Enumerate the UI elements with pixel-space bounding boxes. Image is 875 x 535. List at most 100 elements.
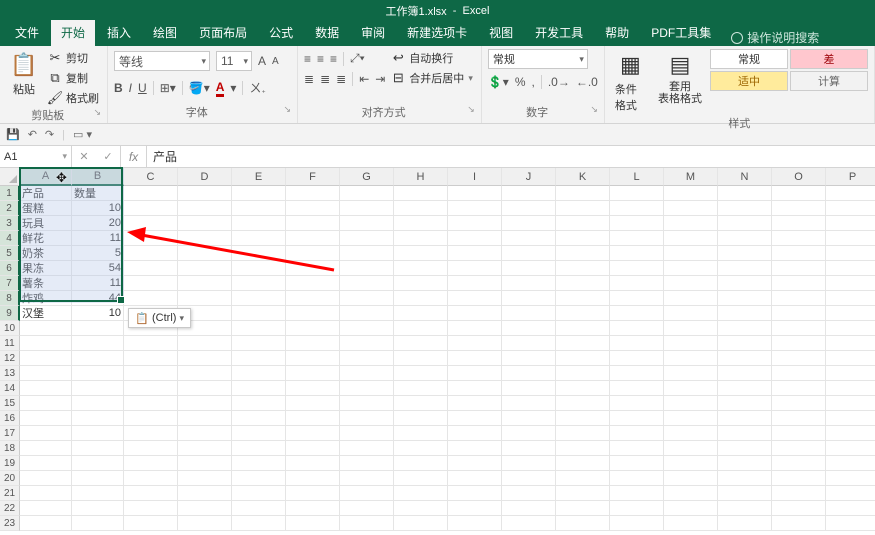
cell[interactable]	[72, 321, 124, 336]
column-header-F[interactable]: F	[286, 168, 340, 186]
cell[interactable]	[394, 291, 448, 306]
cell[interactable]	[286, 351, 340, 366]
cell[interactable]	[178, 246, 232, 261]
cell[interactable]	[556, 501, 610, 516]
cell[interactable]	[178, 231, 232, 246]
cell[interactable]	[664, 381, 718, 396]
cell[interactable]	[20, 366, 72, 381]
cell[interactable]	[286, 486, 340, 501]
cell[interactable]	[286, 231, 340, 246]
cell[interactable]	[502, 516, 556, 531]
column-header-E[interactable]: E	[232, 168, 286, 186]
cell[interactable]	[340, 321, 394, 336]
cell[interactable]	[178, 336, 232, 351]
cell[interactable]	[72, 366, 124, 381]
cell[interactable]	[664, 351, 718, 366]
cell[interactable]	[232, 426, 286, 441]
cell[interactable]	[124, 351, 178, 366]
cell[interactable]	[448, 351, 502, 366]
cell[interactable]	[340, 276, 394, 291]
cell[interactable]	[394, 231, 448, 246]
row-header-10[interactable]: 10	[0, 321, 20, 336]
cell[interactable]	[232, 351, 286, 366]
cell[interactable]	[124, 261, 178, 276]
paste-button[interactable]: 📋 粘贴	[6, 49, 42, 99]
increase-font-size[interactable]: A	[258, 54, 266, 68]
cell[interactable]	[20, 471, 72, 486]
percent-format[interactable]: %	[515, 75, 526, 89]
cell[interactable]	[394, 321, 448, 336]
cell[interactable]	[664, 276, 718, 291]
tell-me-search[interactable]: 操作说明搜索	[723, 29, 827, 46]
cell[interactable]	[718, 336, 772, 351]
cell[interactable]	[826, 501, 875, 516]
cell[interactable]	[718, 486, 772, 501]
cell[interactable]	[286, 216, 340, 231]
cell[interactable]	[178, 426, 232, 441]
cell[interactable]	[556, 426, 610, 441]
cell[interactable]	[20, 336, 72, 351]
cell[interactable]	[124, 216, 178, 231]
row-header-9[interactable]: 9	[0, 306, 20, 321]
font-size-select[interactable]: 11	[216, 51, 252, 71]
cell[interactable]: 玩具	[20, 216, 72, 231]
cell[interactable]	[502, 426, 556, 441]
cell[interactable]	[340, 501, 394, 516]
cell[interactable]	[502, 366, 556, 381]
cell[interactable]	[232, 276, 286, 291]
cell[interactable]	[72, 336, 124, 351]
column-header-J[interactable]: J	[502, 168, 556, 186]
cell[interactable]	[664, 441, 718, 456]
cell[interactable]	[772, 516, 826, 531]
cell[interactable]	[610, 516, 664, 531]
cell[interactable]	[826, 216, 875, 231]
row-header-21[interactable]: 21	[0, 486, 20, 501]
cell[interactable]	[232, 186, 286, 201]
cell[interactable]	[556, 261, 610, 276]
column-header-N[interactable]: N	[718, 168, 772, 186]
cell[interactable]	[826, 381, 875, 396]
row-header-16[interactable]: 16	[0, 411, 20, 426]
row-header-7[interactable]: 7	[0, 276, 20, 291]
cell[interactable]	[448, 396, 502, 411]
cell[interactable]	[448, 426, 502, 441]
row-header-12[interactable]: 12	[0, 351, 20, 366]
cell[interactable]	[556, 186, 610, 201]
cell[interactable]	[448, 336, 502, 351]
cell[interactable]	[502, 351, 556, 366]
cell[interactable]: 蛋糕	[20, 201, 72, 216]
qat-save-icon[interactable]: 💾	[6, 128, 20, 141]
cell[interactable]	[556, 486, 610, 501]
cell[interactable]	[772, 201, 826, 216]
cell[interactable]	[340, 216, 394, 231]
cell[interactable]	[502, 486, 556, 501]
clipboard-launcher[interactable]: ↘	[93, 107, 101, 118]
row-header-2[interactable]: 2	[0, 201, 20, 216]
cell[interactable]	[124, 276, 178, 291]
cell[interactable]	[20, 516, 72, 531]
cell[interactable]	[556, 396, 610, 411]
cell[interactable]	[826, 411, 875, 426]
cell[interactable]: 10	[72, 201, 124, 216]
cell[interactable]	[610, 441, 664, 456]
row-header-1[interactable]: 1	[0, 186, 20, 201]
cell[interactable]	[286, 426, 340, 441]
cell[interactable]	[718, 246, 772, 261]
cell[interactable]	[394, 246, 448, 261]
cell[interactable]	[124, 471, 178, 486]
format-as-table-button[interactable]: ▤ 套用 表格格式	[654, 49, 706, 107]
cell[interactable]	[340, 411, 394, 426]
cell[interactable]	[556, 516, 610, 531]
cell[interactable]	[340, 486, 394, 501]
orientation-button[interactable]: ⤢▾	[350, 51, 365, 66]
row-header-6[interactable]: 6	[0, 261, 20, 276]
cell[interactable]	[232, 246, 286, 261]
cell[interactable]	[664, 501, 718, 516]
cell[interactable]	[72, 456, 124, 471]
cell[interactable]	[556, 216, 610, 231]
cancel-icon[interactable]: ✕	[72, 150, 96, 163]
cell[interactable]	[826, 186, 875, 201]
cell[interactable]	[772, 351, 826, 366]
cell[interactable]	[72, 471, 124, 486]
cell[interactable]	[178, 276, 232, 291]
